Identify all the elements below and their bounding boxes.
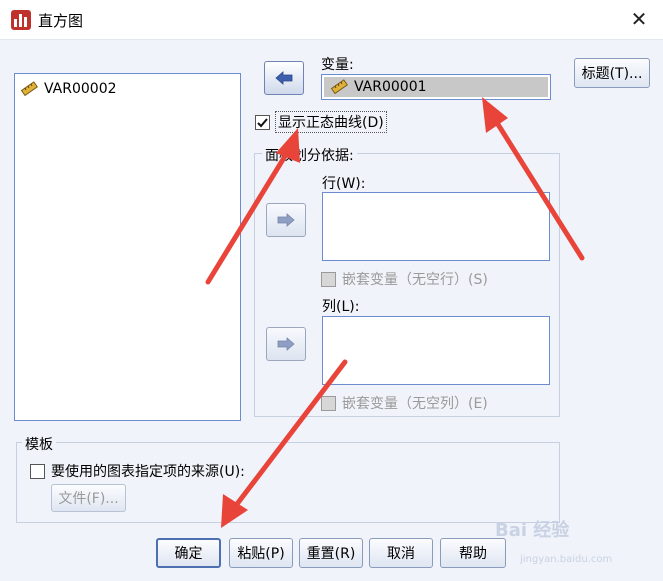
annotation-overlay (205, 97, 585, 528)
annotation-arrow-icon (221, 359, 348, 528)
annotation-arrow-icon (205, 128, 300, 285)
annotation-arrow-icon (482, 97, 585, 261)
